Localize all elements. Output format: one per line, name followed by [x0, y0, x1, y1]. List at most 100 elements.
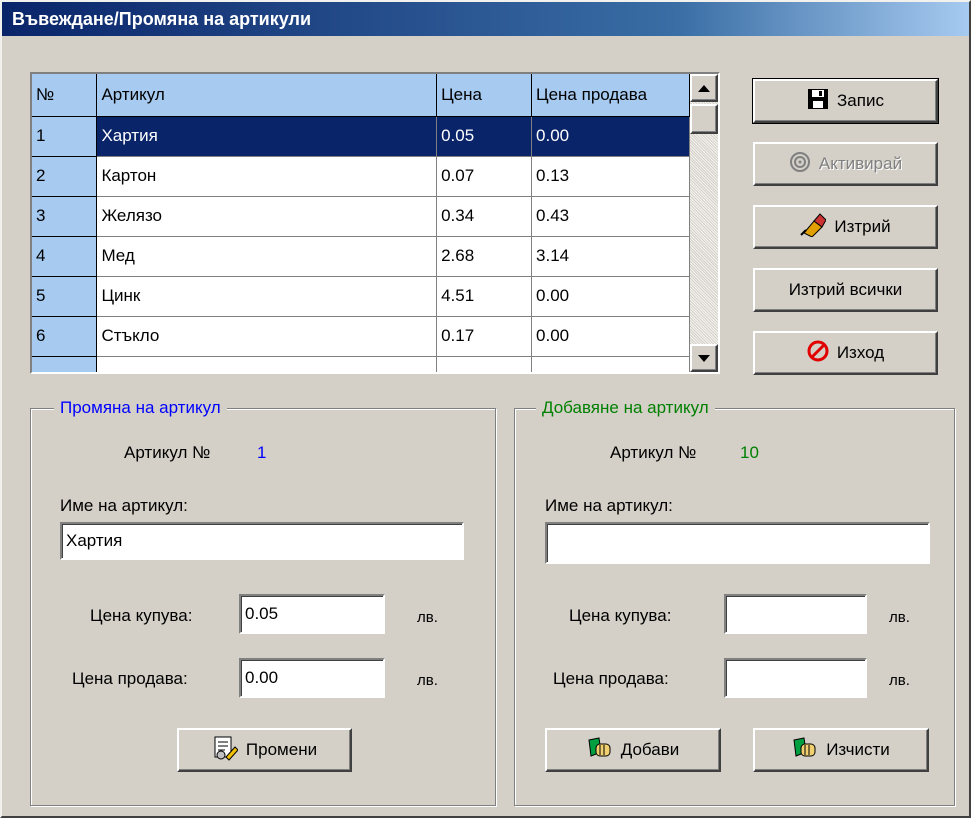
edit-sell-price-field[interactable] [245, 660, 379, 696]
scroll-up-button[interactable] [690, 74, 718, 102]
exit-button[interactable]: Изход [753, 331, 938, 375]
exit-button-label: Изход [836, 343, 885, 362]
price-cell[interactable]: 0.05 [436, 116, 533, 157]
sell-price-cell-partial [531, 356, 690, 372]
table-row[interactable]: 2 Картон 0.07 0.13 [32, 156, 690, 197]
add-button-label: Добави [620, 740, 680, 759]
window-title: Въвеждане/Промяна на артикули [2, 2, 969, 36]
add-group-legend: Добавяне на артикул [536, 398, 715, 418]
table-row[interactable]: 4 Мед 2.68 3.14 [32, 236, 690, 277]
article-name-cell[interactable]: Картон [96, 156, 438, 197]
table-row[interactable]: 5 Цинк 4.51 0.00 [32, 276, 690, 317]
add-buy-price-label: Цена купува: [569, 606, 672, 625]
activate-button[interactable]: Активирай [753, 142, 938, 186]
row-number-cell[interactable]: 4 [32, 236, 98, 277]
table-row[interactable]: 3 Желязо 0.34 0.43 [32, 196, 690, 237]
scroll-thumb[interactable] [690, 104, 718, 134]
edit-name-field[interactable] [66, 524, 458, 558]
edit-buy-price-label: Цена купува: [90, 606, 193, 625]
floppy-disk-icon [807, 88, 829, 115]
grid-header-row: № Артикул Цена Цена продава [32, 74, 690, 117]
row-number-cell-partial [32, 356, 98, 372]
column-header-price[interactable]: Цена [436, 74, 533, 117]
price-cell[interactable]: 4.51 [436, 276, 533, 317]
sell-price-cell[interactable]: 0.00 [531, 316, 690, 357]
sell-price-cell[interactable]: 0.00 [531, 116, 690, 157]
add-name-input[interactable] [545, 522, 930, 564]
activate-button-label: Активирай [818, 154, 903, 173]
add-sell-price-field[interactable] [730, 660, 861, 696]
edit-sell-price-input[interactable] [239, 658, 385, 698]
articles-grid[interactable]: № Артикул Цена Цена продава 1 Хартия 0.0… [30, 72, 720, 374]
arrow-down-icon [698, 354, 710, 362]
edit-buy-currency: лв. [417, 609, 438, 626]
add-button[interactable]: Добави [545, 728, 721, 772]
add-name-label: Име на артикул: [545, 496, 673, 515]
price-cell[interactable]: 0.17 [436, 316, 533, 357]
article-window: Въвеждане/Промяна на артикули № Артикул … [0, 0, 971, 818]
table-row[interactable]: 6 Стъкло 0.17 0.00 [32, 316, 690, 357]
price-cell[interactable]: 2.68 [436, 236, 533, 277]
add-buy-price-field[interactable] [730, 596, 861, 632]
edit-article-number-label: Артикул № [124, 443, 211, 462]
save-button[interactable]: Запис [752, 78, 939, 124]
add-article-number-label: Артикул № [610, 443, 697, 462]
price-cell[interactable]: 0.07 [436, 156, 533, 197]
column-header-sell-price[interactable]: Цена продава [531, 74, 690, 117]
add-sell-currency: лв. [889, 672, 910, 689]
sell-price-cell[interactable]: 0.00 [531, 276, 690, 317]
change-button[interactable]: Промени [177, 728, 352, 772]
delete-button[interactable]: Изтрий [753, 205, 938, 249]
save-button-label: Запис [837, 91, 884, 110]
clear-button-label: Изчисти [826, 740, 890, 759]
scroll-down-button[interactable] [690, 344, 718, 372]
target-icon [789, 151, 811, 178]
table-row[interactable]: 1 Хартия 0.05 0.00 [32, 116, 690, 157]
sell-price-cell[interactable]: 0.43 [531, 196, 690, 237]
no-entry-icon [807, 340, 829, 367]
add-sell-price-label: Цена продава: [553, 669, 669, 688]
add-article-number-value: 10 [740, 443, 759, 462]
clear-hand-icon [792, 736, 818, 765]
row-number-cell[interactable]: 6 [32, 316, 98, 357]
row-number-cell[interactable]: 3 [32, 196, 98, 237]
edit-sell-price-label: Цена продава: [72, 669, 188, 688]
article-name-cell[interactable]: Желязо [96, 196, 438, 237]
grid-vertical-scrollbar[interactable] [690, 74, 718, 372]
edit-buy-price-input[interactable] [239, 594, 385, 634]
column-header-number[interactable]: № [32, 74, 98, 117]
edit-document-icon [212, 735, 239, 766]
add-buy-price-input[interactable] [724, 594, 867, 634]
article-name-cell[interactable]: Мед [96, 236, 438, 277]
clear-button[interactable]: Изчисти [753, 728, 929, 772]
delete-button-label: Изтрий [834, 217, 891, 236]
change-button-label: Промени [245, 740, 318, 759]
price-cell[interactable]: 0.34 [436, 196, 533, 237]
edit-sell-currency: лв. [417, 672, 438, 689]
add-hand-icon [587, 736, 613, 765]
article-name-cell[interactable]: Стъкло [96, 316, 438, 357]
edit-buy-price-field[interactable] [245, 596, 379, 632]
article-name-cell[interactable]: Цинк [96, 276, 438, 317]
edit-group-legend: Промяна на артикул [54, 398, 227, 418]
edit-name-input[interactable] [60, 522, 464, 560]
article-name-cell-partial [96, 356, 438, 372]
add-buy-currency: лв. [889, 609, 910, 626]
table-row-partial[interactable] [32, 356, 690, 372]
price-cell-partial [436, 356, 533, 372]
sell-price-cell[interactable]: 0.13 [531, 156, 690, 197]
arrow-up-icon [698, 84, 710, 92]
column-header-article[interactable]: Артикул [96, 74, 438, 117]
row-number-cell[interactable]: 5 [32, 276, 98, 317]
article-name-cell[interactable]: Хартия [96, 116, 438, 157]
add-name-field[interactable] [551, 524, 924, 562]
add-sell-price-input[interactable] [724, 658, 867, 698]
delete-all-button-label: Изтрий всички [788, 280, 903, 299]
eraser-icon [800, 212, 827, 242]
sell-price-cell[interactable]: 3.14 [531, 236, 690, 277]
edit-article-number-value: 1 [257, 443, 267, 462]
delete-all-button[interactable]: Изтрий всички [753, 268, 938, 312]
row-number-cell[interactable]: 1 [32, 116, 98, 157]
row-number-cell[interactable]: 2 [32, 156, 98, 197]
edit-name-label: Име на артикул: [60, 496, 188, 515]
